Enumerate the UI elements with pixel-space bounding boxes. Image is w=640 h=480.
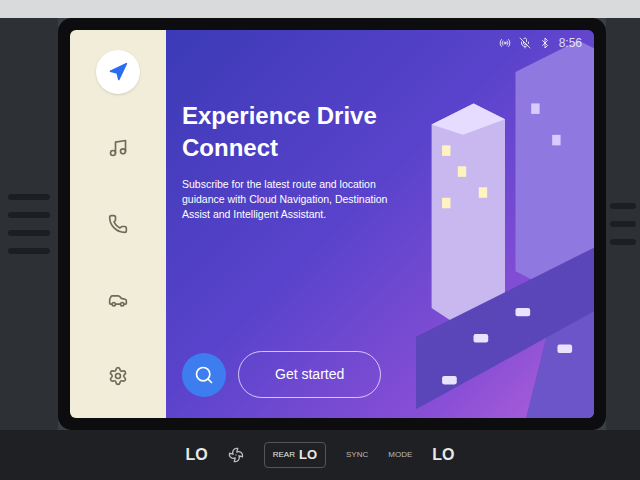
dashboard-photo: Experience Drive Connect Subscribe for th… (0, 0, 640, 480)
sidebar-item[interactable] (96, 50, 140, 94)
left-temperature: LO (186, 443, 208, 467)
sidebar (70, 30, 166, 418)
right-temperature: LO (432, 443, 454, 467)
sidebar-item[interactable] (96, 126, 140, 170)
background-wall (0, 0, 640, 18)
left-vent (0, 18, 58, 430)
sidebar-item[interactable] (96, 278, 140, 322)
rear-temperature: LO (299, 445, 317, 465)
status-bar: 8:56 (499, 34, 582, 52)
climate-button[interactable]: MODE (388, 449, 412, 461)
promo-title: Experience Drive Connect (182, 100, 416, 165)
city-illustration-icon (416, 30, 594, 418)
climate-panel: LO REAR LO SYNC MODE LO (0, 430, 640, 480)
sidebar-item[interactable] (96, 202, 140, 246)
dash-row: Experience Drive Connect Subscribe for th… (0, 18, 640, 430)
right-vent (606, 18, 640, 430)
city-illustration (416, 30, 594, 418)
action-row: Get started (182, 351, 416, 398)
sidebar-item[interactable] (96, 354, 140, 398)
mic-off-icon (519, 37, 531, 49)
screen-bezel: Experience Drive Connect Subscribe for th… (58, 18, 606, 430)
promo-description: Subscribe for the latest route and locat… (182, 177, 416, 223)
music-icon (108, 138, 128, 158)
car-icon (108, 290, 128, 310)
clock: 8:56 (559, 34, 582, 52)
main-panel: Experience Drive Connect Subscribe for th… (166, 30, 594, 418)
signal-icon (499, 37, 511, 49)
search-icon (194, 365, 214, 385)
climate-button[interactable]: SYNC (346, 449, 368, 461)
phone-icon (108, 214, 128, 234)
search-button[interactable] (182, 353, 226, 397)
get-started-button[interactable]: Get started (238, 351, 381, 398)
rear-label: REAR (273, 449, 295, 461)
navigation-icon (108, 62, 128, 82)
promo-column: Experience Drive Connect Subscribe for th… (166, 30, 416, 418)
bluetooth-icon (539, 37, 551, 49)
fan-icon (228, 447, 244, 463)
gear-icon (108, 366, 128, 386)
rear-display: REAR LO (264, 442, 326, 468)
